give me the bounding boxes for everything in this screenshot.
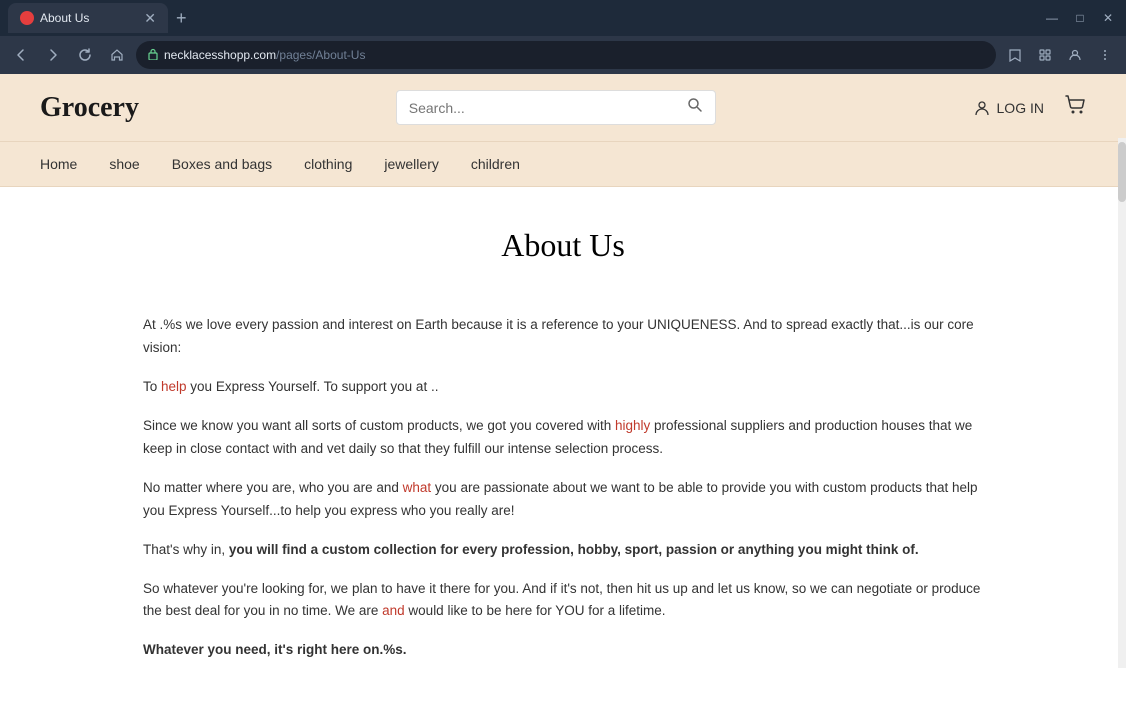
search-bar[interactable] (396, 90, 716, 125)
search-icon[interactable] (687, 97, 703, 118)
login-label: LOG IN (997, 100, 1044, 116)
home-button[interactable] (104, 42, 130, 68)
nav-item-jewellery[interactable]: jewellery (384, 142, 438, 186)
browser-nav-bar: necklacesshopp.com/pages/About-Us (0, 36, 1126, 74)
search-input[interactable] (409, 100, 679, 116)
browser-title-bar: About Us ✕ + — □ ✕ (0, 0, 1126, 36)
page-title: About Us (143, 227, 983, 264)
nav-item-home[interactable]: Home (40, 142, 77, 186)
browser-tab[interactable]: About Us ✕ (8, 3, 168, 33)
tab-close-button[interactable]: ✕ (144, 10, 156, 27)
menu-button[interactable] (1092, 42, 1118, 68)
site-logo[interactable]: Grocery (40, 92, 139, 124)
forward-button[interactable] (40, 42, 66, 68)
about-paragraph-2: To help you Express Yourself. To support… (143, 376, 983, 399)
scrollbar[interactable] (1118, 138, 1126, 668)
nav-item-children[interactable]: children (471, 142, 520, 186)
bold-text-2: Whatever you need, it's right here on.%s… (143, 642, 407, 657)
window-controls: — □ ✕ (1042, 11, 1118, 25)
address-bar[interactable]: necklacesshopp.com/pages/About-Us (136, 41, 996, 69)
about-paragraph-1: At .%s we love every passion and interes… (143, 314, 983, 360)
maximize-button[interactable]: □ (1070, 11, 1090, 25)
nav-item-shoe[interactable]: shoe (109, 142, 139, 186)
bold-text-1: you will find a custom collection for ev… (229, 542, 919, 557)
nav-item-clothing[interactable]: clothing (304, 142, 352, 186)
new-tab-button[interactable]: + (176, 8, 187, 29)
about-paragraph-7: Whatever you need, it's right here on.%s… (143, 639, 983, 662)
scrollbar-thumb[interactable] (1118, 142, 1126, 202)
site-header: Grocery LOG IN (0, 74, 1126, 142)
highlight-and: and (382, 603, 405, 618)
url-domain: necklacesshopp.com/pages/About-Us (164, 48, 365, 62)
website-content: Grocery LOG IN (0, 74, 1126, 718)
about-paragraph-4: No matter where you are, who you are and… (143, 477, 983, 523)
browser-nav-actions (1002, 42, 1118, 68)
extensions-button[interactable] (1032, 42, 1058, 68)
back-button[interactable] (8, 42, 34, 68)
about-paragraph-3: Since we know you want all sorts of cust… (143, 415, 983, 461)
close-button[interactable]: ✕ (1098, 11, 1118, 25)
about-paragraph-5: That's why in, you will find a custom co… (143, 539, 983, 562)
about-paragraph-6: So whatever you're looking for, we plan … (143, 578, 983, 624)
site-navigation: Home shoe Boxes and bags clothing jewell… (0, 142, 1126, 187)
cart-icon[interactable] (1064, 94, 1086, 122)
header-actions: LOG IN (973, 94, 1086, 122)
highlight-highly: highly (615, 418, 650, 433)
highlight-what: what (403, 480, 432, 495)
main-content: About Us At .%s we love every passion an… (63, 187, 1063, 718)
nav-item-boxes-and-bags[interactable]: Boxes and bags (172, 142, 272, 186)
highlight-help: help (161, 379, 187, 394)
tab-favicon (20, 11, 34, 25)
bookmark-button[interactable] (1002, 42, 1028, 68)
profile-button[interactable] (1062, 42, 1088, 68)
refresh-button[interactable] (72, 42, 98, 68)
tab-title: About Us (40, 11, 136, 25)
ssl-lock-icon (148, 48, 158, 63)
login-button[interactable]: LOG IN (973, 99, 1044, 117)
minimize-button[interactable]: — (1042, 11, 1062, 25)
